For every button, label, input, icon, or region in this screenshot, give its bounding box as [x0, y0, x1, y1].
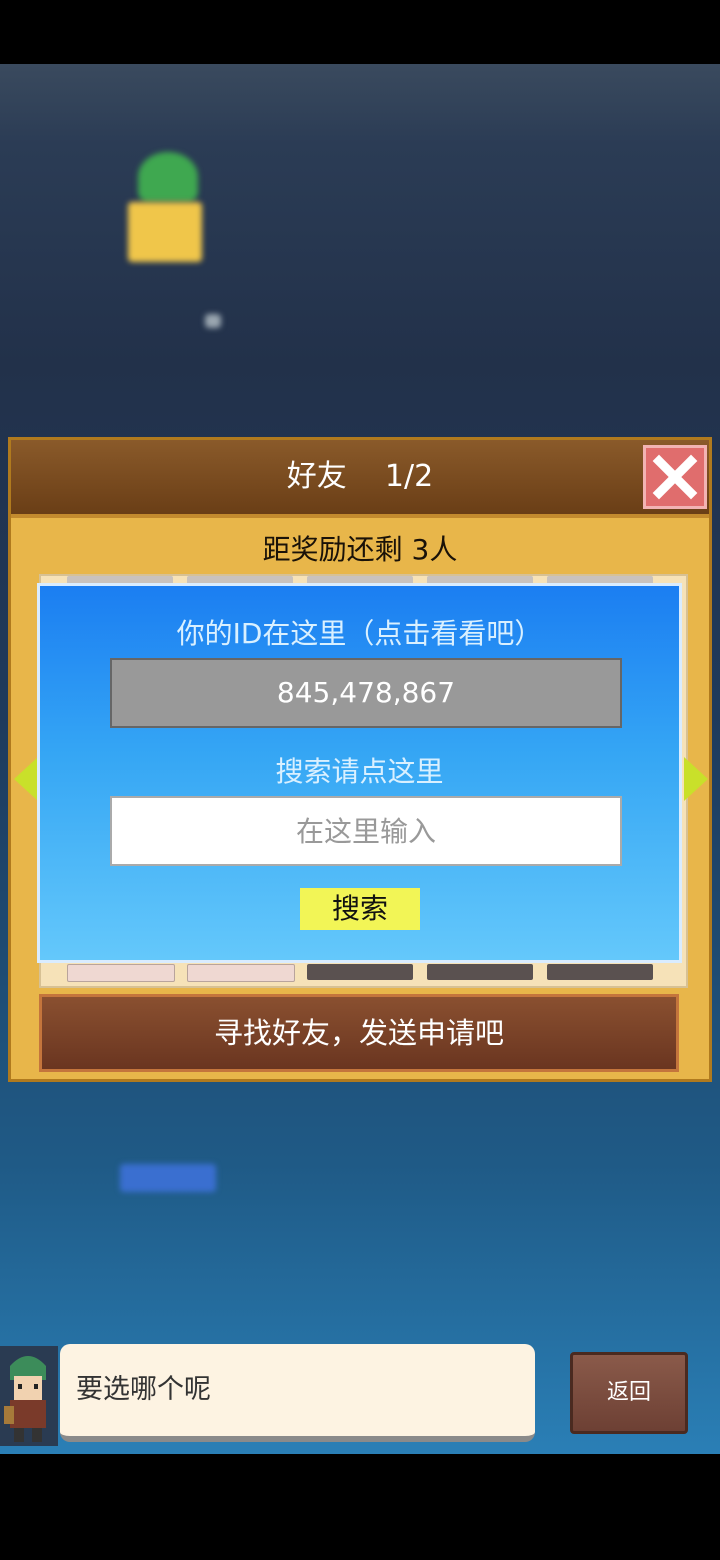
friend-slot-empty[interactable] — [547, 964, 653, 980]
panel-header: 好友 1/2 — [11, 440, 709, 518]
reward-progress-text: 距奖励还剩 3人 — [262, 533, 458, 566]
friend-slot-empty[interactable] — [307, 964, 413, 980]
character-avatar — [0, 1346, 58, 1446]
friend-slot[interactable] — [187, 964, 295, 982]
back-button[interactable]: 返回 — [570, 1352, 688, 1434]
id-label: 你的ID在这里（点击看看吧） — [176, 617, 543, 650]
panel-title: 好友 1/2 — [286, 459, 434, 494]
search-label: 搜索请点这里 — [275, 755, 444, 788]
player-id-box[interactable]: 845,478,867 — [110, 658, 622, 728]
search-button[interactable]: 搜索 — [300, 888, 420, 930]
id-search-dialog: 你的ID在这里（点击看看吧） 845,478,867 搜索请点这里 搜索 — [37, 583, 682, 963]
map-dot — [205, 314, 221, 328]
map-sign-tile — [120, 1164, 216, 1192]
map-building-icon — [128, 202, 202, 262]
friend-slot[interactable] — [67, 964, 175, 982]
find-friends-button[interactable]: 寻找好友，发送申请吧 — [39, 994, 679, 1072]
speech-text: 要选哪个呢 — [76, 1374, 211, 1405]
close-button[interactable] — [643, 445, 707, 509]
map-tree-icon — [138, 152, 198, 202]
friend-slot-empty[interactable] — [427, 964, 533, 980]
speech-bubble: 要选哪个呢 — [60, 1344, 535, 1442]
close-icon — [652, 454, 698, 500]
prev-page-arrow-icon[interactable] — [14, 757, 38, 801]
next-page-arrow-icon[interactable] — [684, 757, 708, 801]
search-input[interactable] — [110, 796, 622, 866]
